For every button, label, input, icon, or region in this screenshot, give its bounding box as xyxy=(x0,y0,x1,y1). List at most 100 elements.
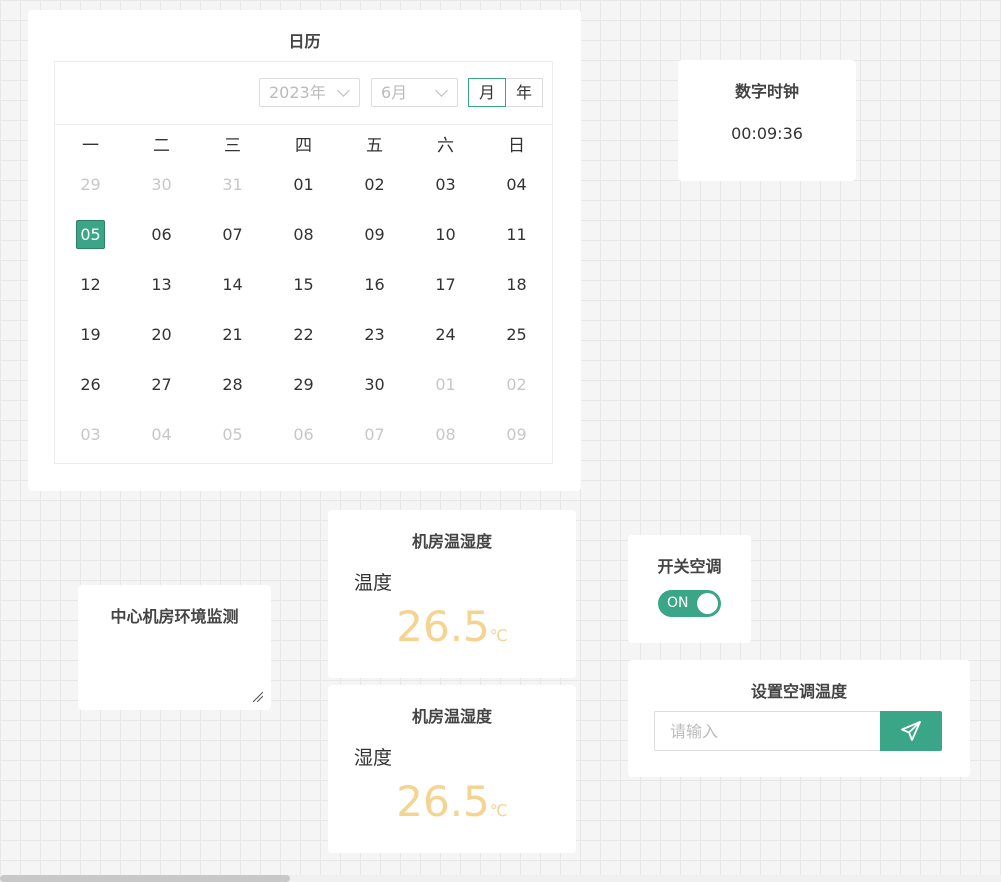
calendar-day[interactable]: 01 xyxy=(268,170,339,220)
resize-grip-icon[interactable] xyxy=(251,690,263,702)
calendar-panel: 2023年 6月 月 年 一二三四五六日 29 30 31 01 02 03 04 05 06 0… xyxy=(54,61,553,464)
calendar-day[interactable]: 13 xyxy=(126,270,197,320)
calendar-day[interactable]: 07 xyxy=(197,220,268,270)
calendar-day-number: 09 xyxy=(364,225,385,244)
calendar-day-number: 21 xyxy=(222,325,243,344)
calendar-day[interactable]: 29 xyxy=(268,370,339,420)
calendar-day[interactable]: 27 xyxy=(126,370,197,420)
calendar-day[interactable]: 09 xyxy=(481,420,552,470)
calendar-day[interactable]: 02 xyxy=(481,370,552,420)
calendar-day-number: 07 xyxy=(364,425,385,444)
weekday-label: 日 xyxy=(508,136,525,156)
set-temp-title: 设置空调温度 xyxy=(750,682,847,701)
calendar-day-number: 25 xyxy=(506,325,527,344)
calendar-day-selected[interactable]: 05 xyxy=(55,220,126,270)
calendar-week-row: 12 13 14 15 16 17 18 xyxy=(55,270,552,320)
toggle-knob xyxy=(697,593,718,614)
calendar-day[interactable]: 26 xyxy=(55,370,126,420)
env-monitor-title: 中心机房环境监测 xyxy=(110,607,239,626)
calendar-week-row: 26 27 28 29 30 01 02 xyxy=(55,370,552,420)
scrollbar-thumb[interactable] xyxy=(0,875,290,882)
calendar-grid: 一 二 三 四 五 六 日 29 30 31 01 02 03 04 05 06 07 08 09 10 11 12 13… xyxy=(55,136,552,470)
calendar-day[interactable]: 25 xyxy=(481,320,552,370)
calendar-day[interactable]: 03 xyxy=(55,420,126,470)
calendar-day[interactable]: 11 xyxy=(481,220,552,270)
calendar-day[interactable]: 15 xyxy=(268,270,339,320)
calendar-day[interactable]: 22 xyxy=(268,320,339,370)
weekday-row: 一二三四五六日 xyxy=(55,136,552,170)
calendar-day[interactable]: 06 xyxy=(268,420,339,470)
calendar-day[interactable]: 08 xyxy=(410,420,481,470)
send-button[interactable] xyxy=(880,711,942,751)
calendar-day-number: 04 xyxy=(506,175,527,194)
calendar-day[interactable]: 02 xyxy=(339,170,410,220)
calendar-day-number: 31 xyxy=(222,175,243,194)
year-select[interactable]: 2023年 xyxy=(259,78,360,107)
weekday-label: 三 xyxy=(224,136,241,156)
ac-power-toggle[interactable]: ON xyxy=(658,590,721,617)
calendar-day-number: 06 xyxy=(151,225,172,244)
calendar-day-number: 27 xyxy=(151,375,172,394)
clock-title: 数字时钟 xyxy=(734,82,799,101)
calendar-day[interactable]: 24 xyxy=(410,320,481,370)
temperature-unit: ℃ xyxy=(489,626,508,645)
calendar-day-number: 02 xyxy=(364,175,385,194)
calendar-day[interactable]: 31 xyxy=(197,170,268,220)
calendar-day-number: 06 xyxy=(293,425,314,444)
mode-month-button[interactable]: 月 xyxy=(468,78,506,107)
month-select[interactable]: 6月 xyxy=(371,78,458,107)
calendar-day-number: 03 xyxy=(435,175,456,194)
temperature-card: 机房温湿度 温度 26.5℃ xyxy=(328,510,576,678)
mode-year-button[interactable]: 年 xyxy=(505,78,543,107)
calendar-week-row: 29 30 31 01 02 03 04 xyxy=(55,170,552,220)
calendar-card: 日历 2023年 6月 月 年 一 二 三 四 五 六 日 29 30 31 01 02 03 04 05… xyxy=(28,10,581,491)
calendar-day[interactable]: 18 xyxy=(481,270,552,320)
calendar-day[interactable]: 29 xyxy=(55,170,126,220)
weekday-label: 四 xyxy=(295,136,312,156)
calendar-day[interactable]: 04 xyxy=(481,170,552,220)
humidity-label: 湿度 xyxy=(354,747,393,769)
temperature-value: 26.5 xyxy=(396,602,490,651)
calendar-title: 日历 xyxy=(288,32,321,51)
calendar-day[interactable]: 20 xyxy=(126,320,197,370)
clock-time: 00:09:36 xyxy=(731,124,803,143)
calendar-day[interactable]: 19 xyxy=(55,320,126,370)
calendar-day-number: 05 xyxy=(76,220,105,249)
calendar-day[interactable]: 17 xyxy=(410,270,481,320)
year-select-value: 2023年 xyxy=(269,83,326,102)
calendar-day[interactable]: 30 xyxy=(339,370,410,420)
calendar-day-number: 03 xyxy=(80,425,101,444)
calendar-day-number: 02 xyxy=(506,375,527,394)
calendar-day-number: 24 xyxy=(435,325,456,344)
calendar-day-number: 01 xyxy=(435,375,456,394)
calendar-day[interactable]: 30 xyxy=(126,170,197,220)
calendar-day[interactable]: 23 xyxy=(339,320,410,370)
calendar-day-number: 14 xyxy=(222,275,243,294)
calendar-day[interactable]: 04 xyxy=(126,420,197,470)
calendar-day[interactable]: 01 xyxy=(410,370,481,420)
calendar-day-number: 22 xyxy=(293,325,314,344)
calendar-day[interactable]: 10 xyxy=(410,220,481,270)
calendar-day[interactable]: 16 xyxy=(339,270,410,320)
calendar-day-number: 18 xyxy=(506,275,527,294)
temperature-input[interactable] xyxy=(654,711,881,751)
temperature-title: 机房温湿度 xyxy=(411,532,492,551)
calendar-day[interactable]: 06 xyxy=(126,220,197,270)
horizontal-scrollbar[interactable] xyxy=(0,875,1001,882)
humidity-value: 26.5 xyxy=(396,777,490,826)
set-temp-card: 设置空调温度 xyxy=(628,660,970,777)
calendar-day[interactable]: 21 xyxy=(197,320,268,370)
calendar-day[interactable]: 07 xyxy=(339,420,410,470)
clock-card: 数字时钟 00:09:36 xyxy=(678,60,856,181)
calendar-day-number: 17 xyxy=(435,275,456,294)
calendar-day[interactable]: 28 xyxy=(197,370,268,420)
calendar-week-row: 19 20 21 22 23 24 25 xyxy=(55,320,552,370)
weekday-label: 二 xyxy=(153,136,170,156)
calendar-day[interactable]: 08 xyxy=(268,220,339,270)
calendar-day[interactable]: 05 xyxy=(197,420,268,470)
calendar-day-number: 07 xyxy=(222,225,243,244)
calendar-day[interactable]: 14 xyxy=(197,270,268,320)
calendar-day[interactable]: 03 xyxy=(410,170,481,220)
calendar-day[interactable]: 12 xyxy=(55,270,126,320)
calendar-day[interactable]: 09 xyxy=(339,220,410,270)
